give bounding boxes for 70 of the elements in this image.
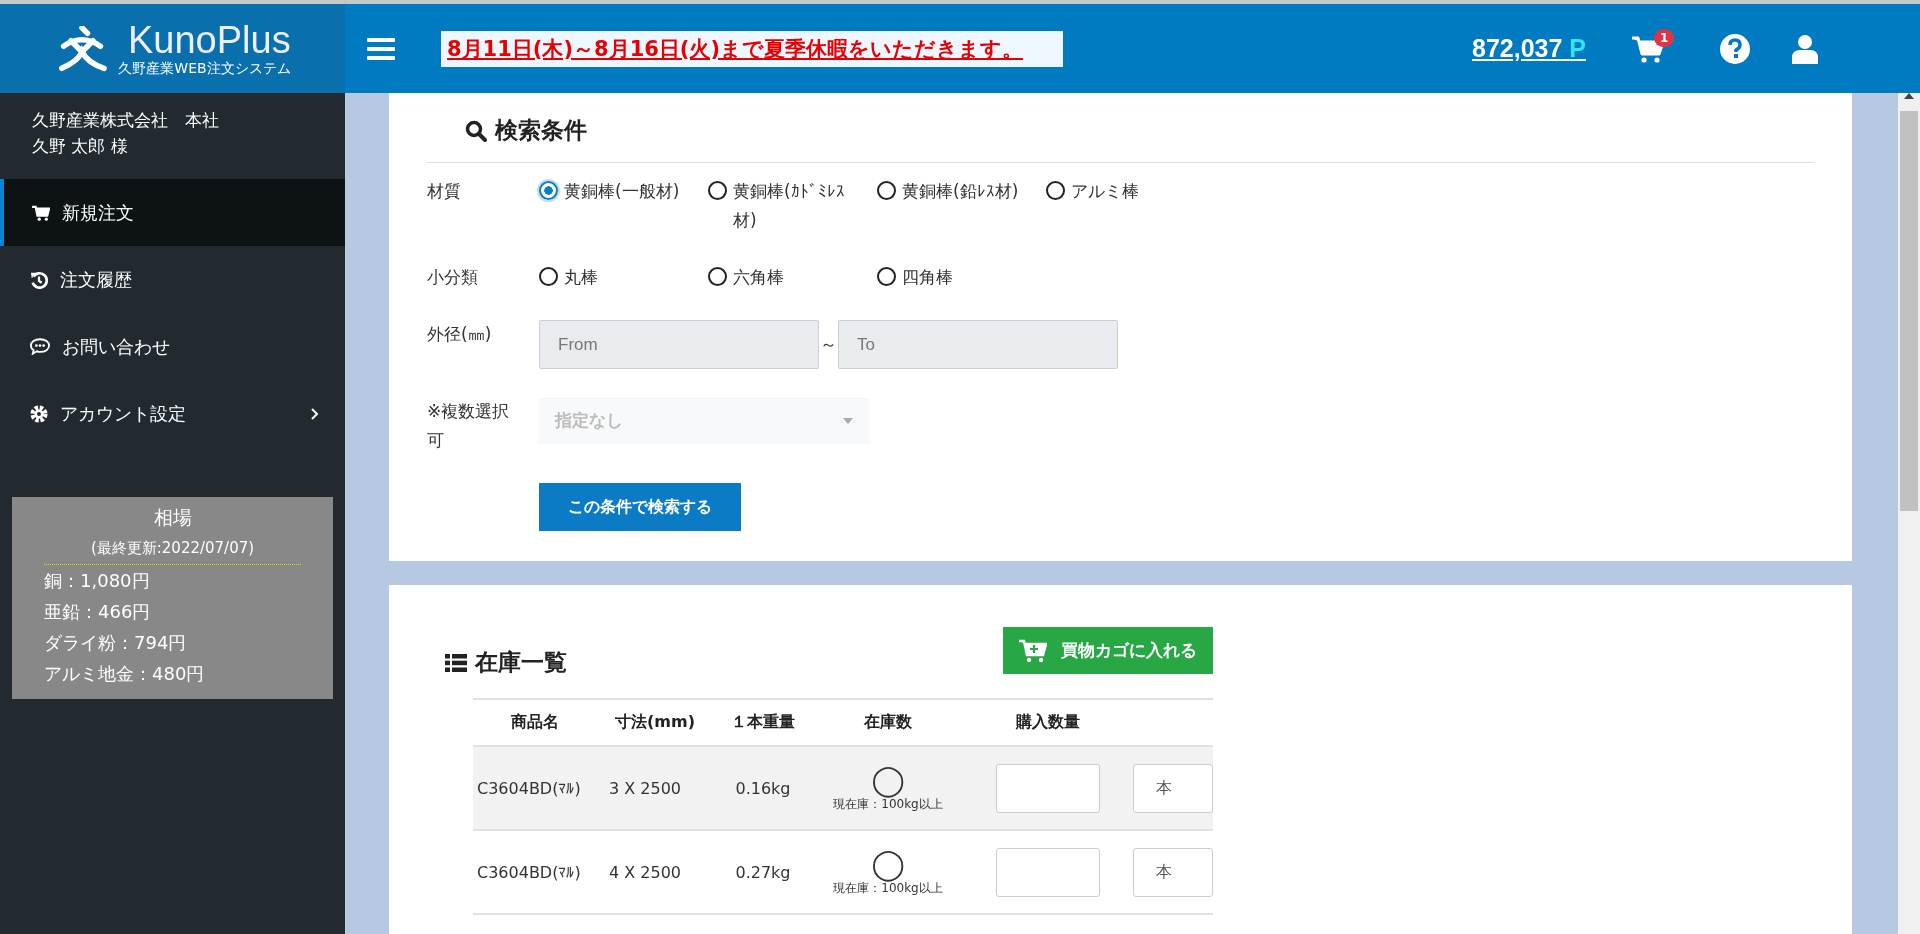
market-price: 亜鉛：466円: [43, 600, 152, 624]
stock-note: 現在庫：100kg以上: [833, 796, 943, 813]
column-header: 寸法(mm): [614, 712, 696, 733]
search-button[interactable]: この条件で検索する: [539, 483, 741, 531]
table-cell: 0.27kg: [735, 862, 791, 882]
unit-field[interactable]: 本: [1133, 847, 1213, 897]
section-title: 在庫一覧: [475, 648, 567, 677]
unit-field[interactable]: 本: [1133, 763, 1213, 813]
cart-icon: [32, 204, 50, 221]
table-cell: C3604BD(ﾏﾙ): [477, 778, 581, 798]
radio-button[interactable]: [1046, 181, 1065, 200]
caret-icon: [843, 417, 853, 424]
menu-icon[interactable]: [367, 37, 395, 60]
radio-button[interactable]: [539, 181, 558, 200]
user-icon[interactable]: [1792, 33, 1818, 64]
range-separator: ～: [819, 333, 838, 356]
column-header: 商品名: [510, 712, 560, 733]
table-cell: 3 X 2500: [609, 778, 682, 798]
history-icon: [30, 270, 48, 289]
sidebar-item[interactable]: お問い合わせ: [0, 313, 345, 380]
to-input[interactable]: To: [838, 320, 1118, 369]
market-price: アルミ地金：480円: [43, 662, 206, 686]
column-header: １本重量: [730, 712, 796, 733]
field-label: 外径(㎜): [427, 323, 493, 346]
logo-subtitle: 久野産業WEB注文システム: [118, 59, 291, 78]
chat-icon: [30, 338, 50, 355]
market-price: ダライ粉：794円: [43, 631, 188, 655]
radio-button[interactable]: [877, 267, 896, 286]
gear-icon: [30, 404, 48, 423]
radio-label[interactable]: 黄銅棒(一般材): [564, 177, 680, 206]
radio-label[interactable]: 六角棒: [733, 263, 784, 292]
quantity-input[interactable]: [996, 847, 1100, 897]
radio-label[interactable]: 黄銅棒(鉛ﾚｽ材): [902, 177, 1019, 206]
section-title: 検索条件: [495, 116, 587, 145]
cart-count-badge: 1: [1654, 28, 1675, 47]
market-updated: (最終更新:2022/07/07): [44, 535, 301, 565]
radio-button[interactable]: [539, 267, 558, 286]
column-header: 購入数量: [1015, 712, 1081, 733]
radio-button[interactable]: [708, 267, 727, 286]
column-header: 在庫数: [863, 712, 913, 733]
quantity-input[interactable]: [996, 763, 1100, 813]
search-icon: [465, 119, 487, 142]
field-label: 材質: [427, 180, 462, 203]
cart-plus-icon: [1019, 638, 1047, 663]
market-price: 銅：1,080円: [43, 569, 151, 593]
sidebar-item[interactable]: 注文履歴: [0, 246, 345, 313]
radio-label[interactable]: アルミ棒: [1071, 177, 1139, 206]
sidebar-item[interactable]: アカウント設定: [0, 380, 345, 447]
table-cell: C3604BD(ﾏﾙ): [477, 862, 581, 882]
points-link[interactable]: 872,037 P: [1472, 34, 1586, 63]
list-icon: [445, 653, 467, 672]
notice-banner: 8月11日(木)～8月16日(火)まで夏季休暇をいただきます。: [441, 30, 1064, 67]
radio-label[interactable]: 四角棒: [902, 263, 953, 292]
stock-note: 現在庫：100kg以上: [833, 880, 943, 897]
field-label: ※複数選択可: [427, 400, 511, 452]
table-cell: 4 X 2500: [609, 862, 682, 882]
company-name: 久野産業株式会社 本社: [32, 109, 220, 132]
from-input[interactable]: From: [539, 320, 819, 369]
field-label: 小分類: [427, 266, 479, 289]
sidebar-item[interactable]: 新規注文: [0, 179, 345, 246]
logo-title: KunoPlus: [127, 19, 291, 60]
radio-button[interactable]: [877, 181, 896, 200]
table-cell: 0.16kg: [735, 778, 791, 798]
market-title: 相場: [152, 505, 193, 530]
scrollbar[interactable]: [1898, 93, 1920, 934]
radio-label[interactable]: 丸棒: [564, 263, 598, 292]
radio-label[interactable]: 黄銅棒(ｶﾄﾞﾐﾚｽ材): [733, 177, 861, 235]
user-name: 久野 太郎 様: [32, 135, 129, 158]
radio-button[interactable]: [708, 181, 727, 200]
help-icon[interactable]: [1720, 33, 1750, 64]
